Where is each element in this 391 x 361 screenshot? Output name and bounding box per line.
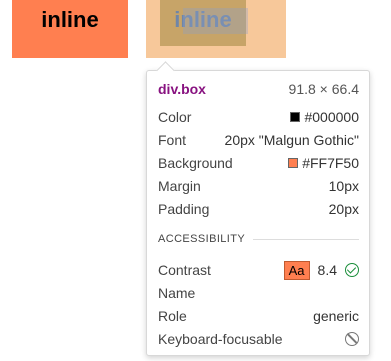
contrast-value: 8.4 [317, 262, 337, 278]
color-swatch-icon [290, 112, 301, 122]
padding-label: Padding [158, 201, 210, 217]
name-row: Name [158, 283, 359, 303]
font-label: Font [158, 132, 187, 148]
font-row: Font 20px "Malgun Gothic" [158, 130, 359, 150]
padding-row: Padding 20px [158, 199, 359, 219]
element-selector: div.box [158, 81, 206, 97]
color-label: Color [158, 109, 192, 125]
background-swatch-icon [288, 158, 299, 168]
name-label: Name [158, 285, 196, 301]
contrast-row: Contrast Aa 8.4 [158, 260, 359, 280]
color-value: #000000 [304, 109, 359, 125]
margin-row: Margin 10px [158, 176, 359, 196]
section-divider [253, 238, 359, 240]
role-value: generic [313, 308, 359, 324]
role-row: Role generic [158, 306, 359, 326]
element-dimensions: 91.8 × 66.4 [288, 81, 359, 97]
role-label: Role [158, 308, 187, 324]
inline-box-2-content-overlay [183, 8, 248, 34]
contrast-label: Contrast [158, 262, 211, 278]
background-label: Background [158, 155, 233, 171]
accessibility-heading: ACCESSIBILITY [158, 233, 246, 245]
keyboard-focusable-row: Keyboard-focusable [158, 329, 359, 349]
inline-box-1-text: inline [41, 7, 99, 32]
background-row: Background #FF7F50 [158, 153, 359, 173]
padding-value: 20px [328, 201, 359, 217]
margin-label: Margin [158, 178, 201, 194]
keyboard-focusable-label: Keyboard-focusable [158, 331, 283, 347]
accessibility-section-header: ACCESSIBILITY [158, 233, 359, 245]
inline-box-1: inline [12, 0, 128, 58]
color-row: Color #000000 [158, 107, 359, 127]
margin-value: 10px [328, 178, 359, 194]
background-value: #FF7F50 [302, 155, 359, 171]
check-circle-icon [345, 263, 359, 277]
tooltip-header: div.box 91.8 × 66.4 [158, 79, 359, 99]
font-value: 20px "Malgun Gothic" [224, 132, 359, 148]
not-allowed-icon [345, 332, 359, 346]
inspect-tooltip: div.box 91.8 × 66.4 Color #000000 Font 2… [146, 70, 370, 356]
contrast-sample-badge: Aa [283, 260, 310, 280]
